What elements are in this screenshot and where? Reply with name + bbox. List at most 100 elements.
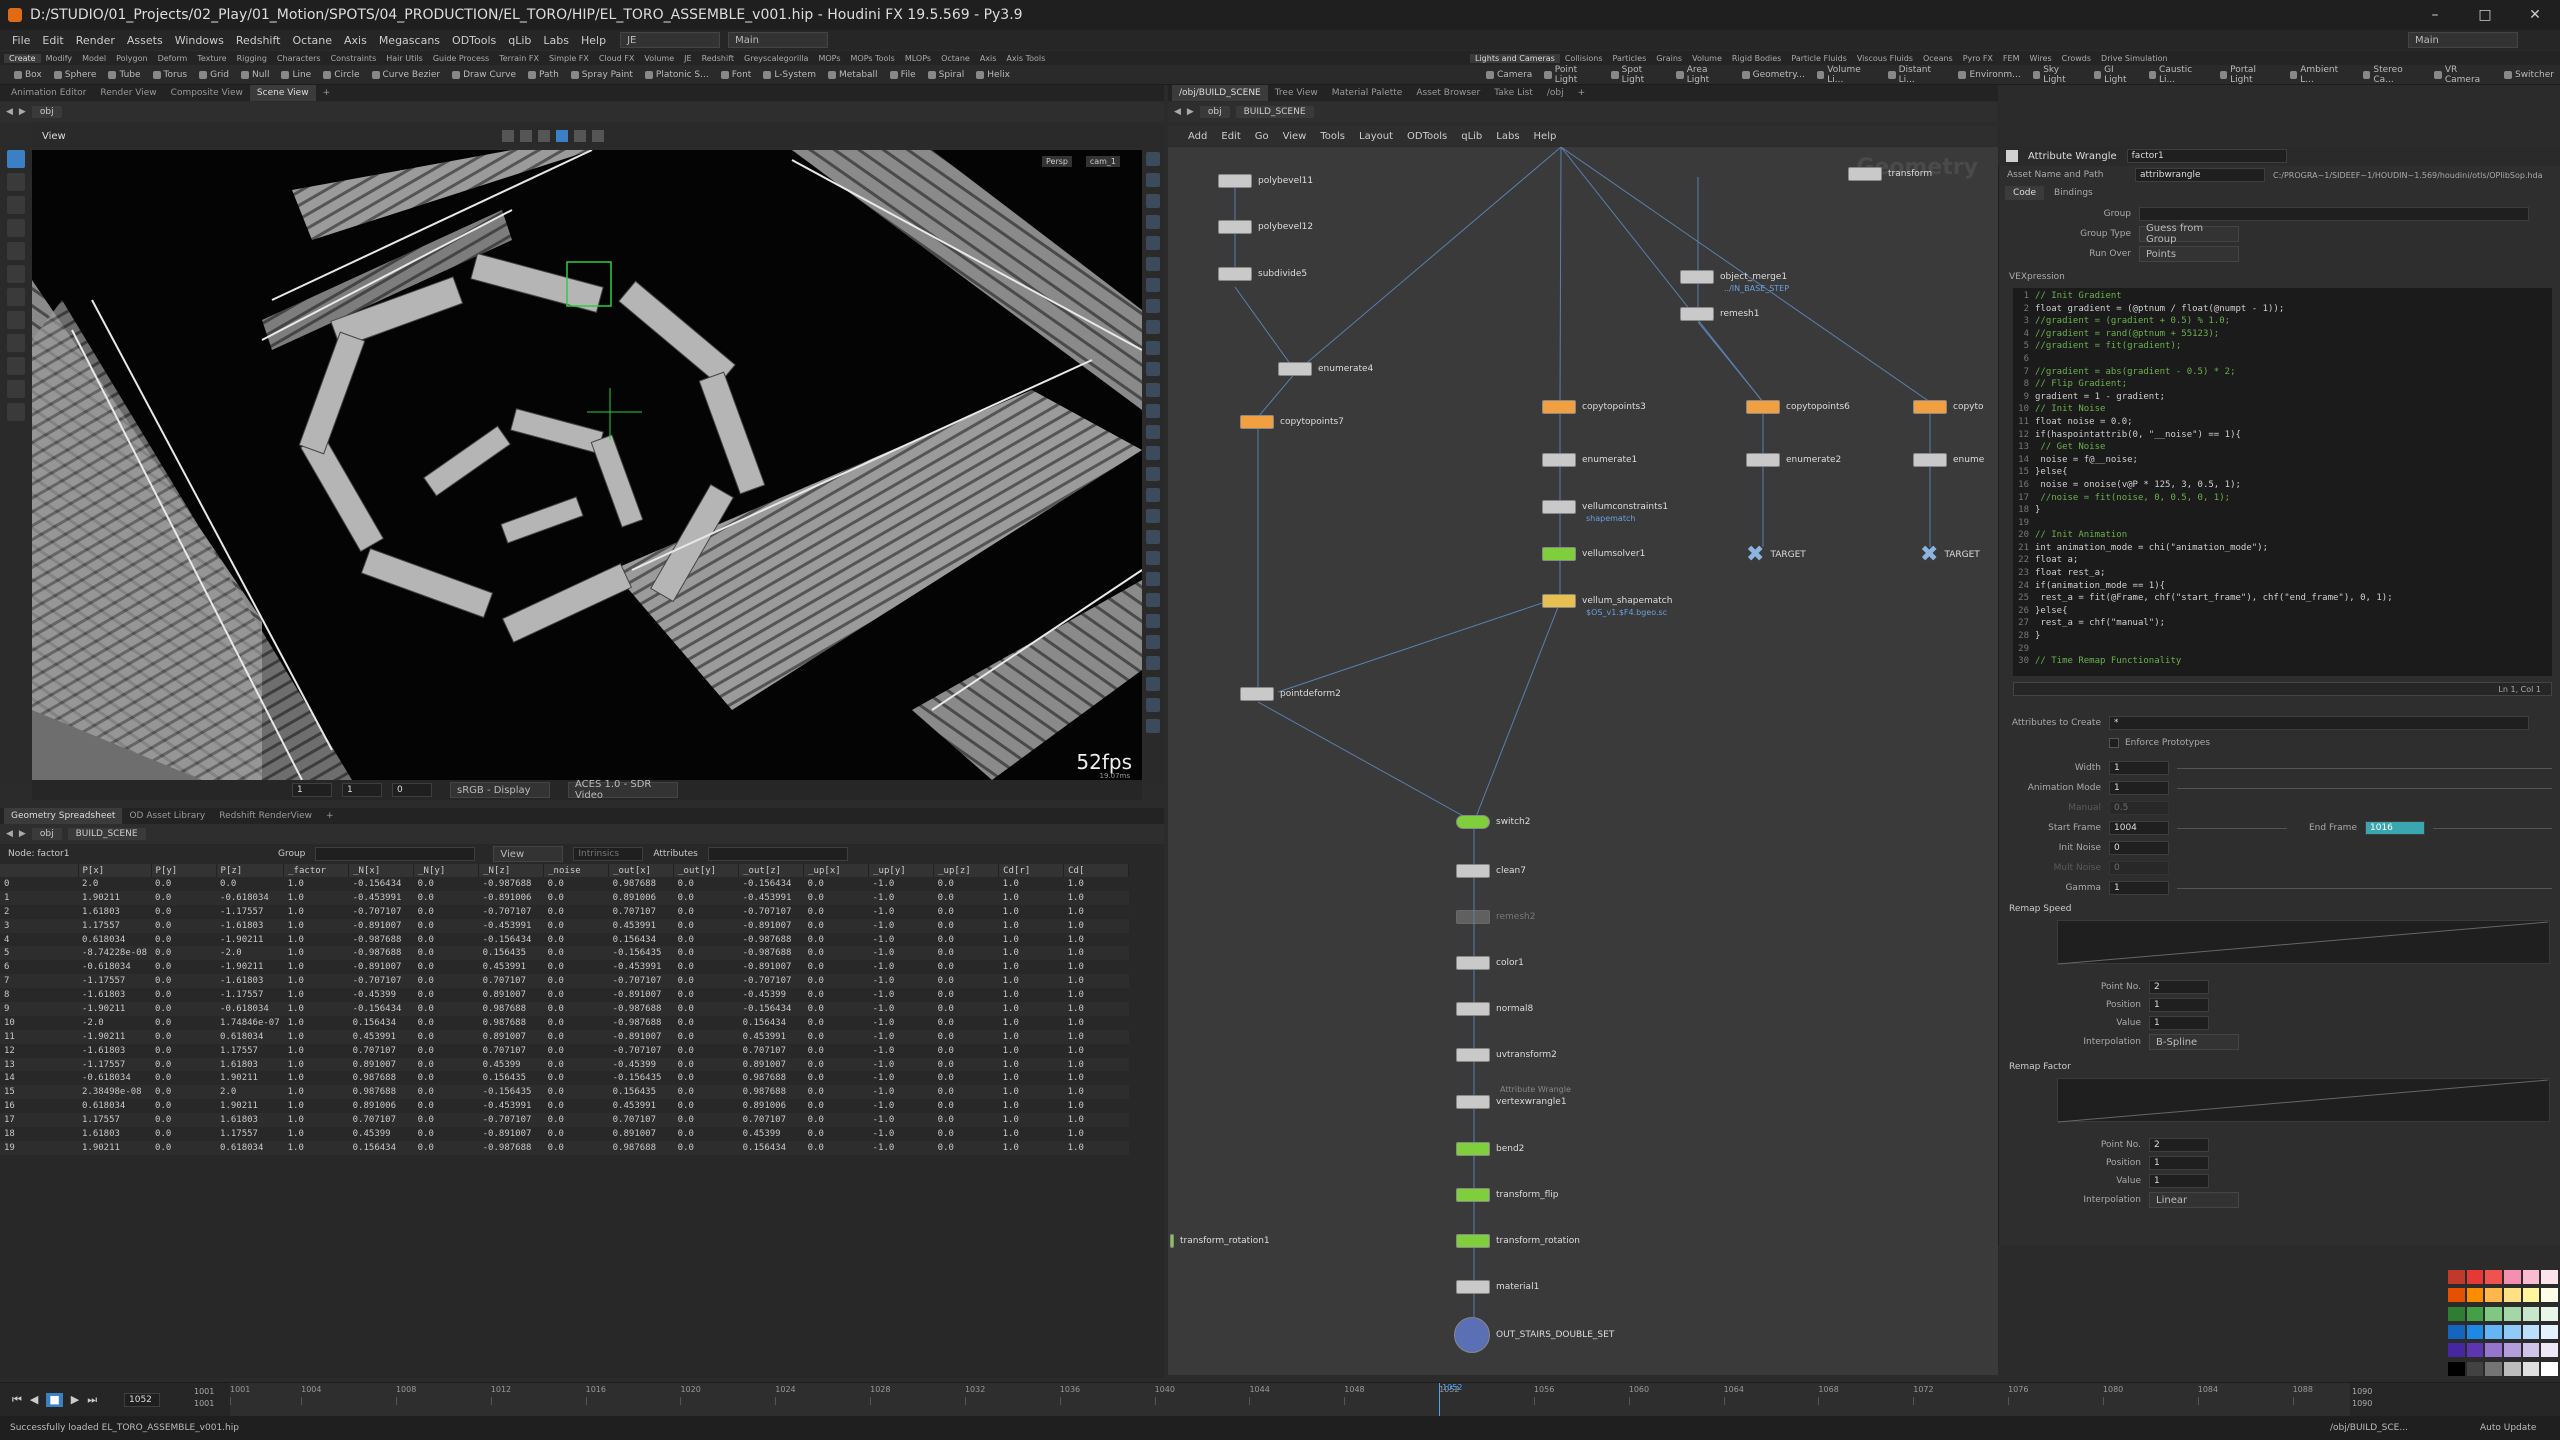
viewer-tool-icon[interactable] [520,130,532,142]
column-header[interactable]: Cd[ [1063,864,1130,877]
display-colorspace-dropdown[interactable]: sRGB - Display [450,782,550,798]
shelf-tab-right[interactable]: Viscous Fluids [1852,54,1918,63]
color-swatch[interactable] [2503,1306,2521,1321]
shelf-tab-right[interactable]: Pyro FX [1958,54,1998,63]
width-slider[interactable] [2177,767,2552,769]
pose-tool-icon[interactable] [7,265,25,283]
add-tab-button[interactable]: + [1571,85,1593,101]
column-header[interactable] [0,864,79,877]
speed-point-no-field[interactable]: 2 [2149,980,2209,994]
column-header[interactable]: _N[x] [348,864,415,877]
viewer-tool-icon[interactable] [574,130,586,142]
node-vellumconstraints1[interactable]: vellumconstraints1 shapematch [1542,500,1668,523]
forward-icon[interactable]: ▶ [1187,107,1194,117]
table-row[interactable]: 10 -2.0 0.0 1.74846e-07 1.0 0.156434 0.0 0.9876… [0,1016,1129,1030]
color-swatch[interactable] [2466,1343,2484,1358]
node-color1[interactable]: color1 [1456,956,1524,970]
shelf-tab[interactable]: Texture [192,54,231,63]
shelf-tool-spiral[interactable]: Spiral [922,70,971,80]
node-enumerate2[interactable]: enumerate2 [1746,453,1841,467]
node-enumerate1[interactable]: enumerate1 [1542,453,1637,467]
table-row[interactable]: 5 -8.74228e-08 0.0 -2.0 1.0 -0.987688 0.0 0.156… [0,946,1129,961]
shelf-tool-metaball[interactable]: Metaball [822,70,884,80]
color-swatch[interactable] [2522,1270,2540,1284]
shelf-tab[interactable]: Rigging [232,54,272,63]
display-option-icon[interactable] [1146,614,1160,628]
shelf-tab[interactable]: Terrain FX [494,54,544,63]
display-option-icon[interactable] [1146,320,1160,334]
menu-assets[interactable]: Assets [121,34,169,47]
display-option-icon[interactable] [1146,719,1160,733]
factor-value-field[interactable]: 1 [2149,1174,2209,1188]
column-header[interactable]: _up[x] [803,864,870,877]
table-row[interactable]: 18 1.61803 0.0 1.17557 1.0 0.45399 0.0 -0.89100… [0,1127,1129,1141]
tab-network-build-scene[interactable]: /obj/BUILD_SCENE [1172,85,1268,101]
color-swatch[interactable] [2522,1306,2540,1321]
tab-bindings[interactable]: Bindings [2046,186,2101,200]
color-swatch[interactable] [2541,1361,2558,1376]
display-option-icon[interactable] [1146,446,1160,460]
shelf-tab[interactable]: MOPs Tools [846,54,900,63]
add-tab-button[interactable]: + [319,808,341,824]
color-swatch[interactable] [2503,1361,2521,1376]
shelf-tool-environment[interactable]: Environm... [1952,65,2026,85]
brush-tool-icon[interactable] [7,311,25,329]
table-row[interactable]: 17 1.17557 0.0 1.61803 1.0 0.707107 0.0 -0.7071… [0,1113,1129,1128]
camera-dropdown[interactable]: cam_1 [1085,156,1120,167]
viewer-tool-icon[interactable] [502,130,514,142]
shelf-tab[interactable]: Guide Process [428,54,494,63]
color-swatch[interactable] [2522,1343,2540,1358]
node-enumerate4[interactable]: enumerate4 [1278,362,1373,376]
forward-icon[interactable]: ▶ [19,829,26,839]
column-header[interactable]: _out[y] [673,864,740,877]
node-transform-rotation[interactable]: transform_rotation [1456,1234,1580,1248]
column-header[interactable]: _out[z] [738,864,805,877]
display-option-icon[interactable] [1146,278,1160,292]
factor-point-no-field[interactable]: 2 [2149,1138,2209,1152]
shelf-tab[interactable]: Modify [41,54,78,63]
shelf-tab[interactable]: Axis Tools [1001,54,1050,63]
scale-tool-icon[interactable] [7,219,25,237]
tab-animation-editor[interactable]: Animation Editor [4,85,93,101]
tab-od-asset-library[interactable]: OD Asset Library [122,808,212,824]
menu-labs[interactable]: Labs [537,34,575,47]
color-swatch[interactable] [2485,1324,2502,1339]
manual-field[interactable]: 0.5 [2109,801,2169,815]
column-header[interactable]: _N[z] [478,864,545,877]
tab-code[interactable]: Code [2005,186,2045,200]
column-header[interactable]: P[z] [216,864,285,877]
remap-factor-ramp[interactable] [2057,1078,2550,1123]
current-frame-field[interactable]: 1052 [124,1393,160,1407]
first-frame-icon[interactable]: ⏮ [12,1393,22,1407]
display-option-icon[interactable] [1146,215,1160,229]
viewer-tool-icon[interactable] [538,130,550,142]
asset-name-field[interactable]: attribwrangle [2135,168,2265,182]
color-swatch[interactable] [2466,1324,2484,1339]
node-transform-flip[interactable]: transform_flip [1456,1188,1559,1202]
shelf-tab-right[interactable]: Crowds [2057,54,2096,63]
node-remesh2[interactable]: remesh2 [1456,910,1535,924]
tab-render-view[interactable]: Render View [93,85,163,101]
spreadsheet-path-chip[interactable]: BUILD_SCENE [67,828,146,840]
display-option-icon[interactable] [1146,257,1160,271]
column-header[interactable]: _noise [543,864,610,877]
node-bend2[interactable]: bend2 [1456,1142,1524,1156]
width-field[interactable]: 1 [2109,761,2169,775]
color-swatch[interactable] [2466,1288,2484,1303]
speed-interpolation-dropdown[interactable]: B-Spline [2149,1034,2239,1050]
timeline-track[interactable]: 1001 1004 1008 1012 1016 1020 1024 1028 1032 1036… [230,1383,2350,1417]
menu-help[interactable]: Help [575,34,612,47]
shelf-tab[interactable]: MLOPs [900,54,936,63]
node-subdivide5[interactable]: subdivide5 [1218,267,1307,281]
display-option-icon[interactable] [1146,677,1160,691]
layout-dropdown[interactable]: Main [728,32,829,48]
node-normal8[interactable]: normal8 [1456,1002,1533,1016]
desktop-dropdown[interactable]: JE [620,32,721,48]
menu-octane[interactable]: Octane [286,34,338,47]
move-tool-icon[interactable] [7,173,25,191]
table-row[interactable]: 12 -1.61803 0.0 1.17557 1.0 0.707107 0.0 0.7071… [0,1044,1129,1058]
display-option-icon[interactable] [1146,530,1160,544]
menu-megascans[interactable]: Megascans [373,34,446,47]
frame-field[interactable]: 1 [292,783,332,797]
display-option-icon[interactable] [1146,425,1160,439]
